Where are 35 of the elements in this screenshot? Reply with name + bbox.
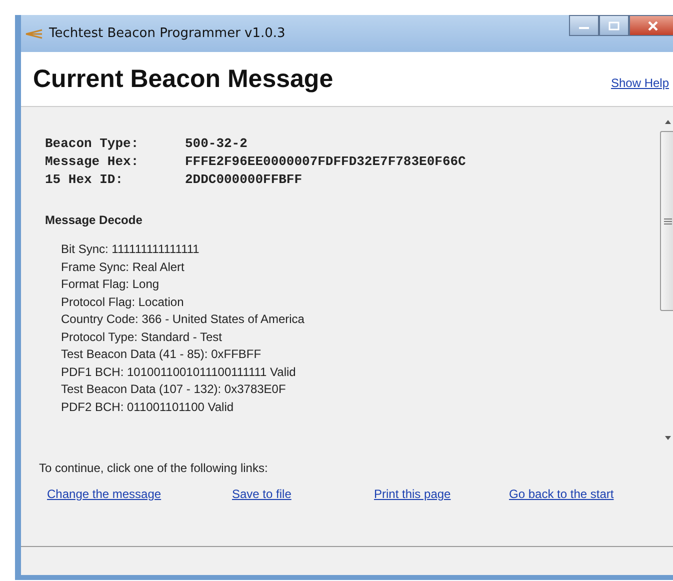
- field-value: FFFE2F96EE0000007FDFFD32E7F783E0F66C: [185, 153, 466, 171]
- action-link[interactable]: Print this page: [374, 487, 509, 501]
- window-title: Techtest Beacon Programmer v1.0.3: [49, 26, 286, 41]
- scroll-thumb[interactable]: [660, 131, 673, 311]
- field-label: Message Hex:: [45, 153, 140, 171]
- instruction-text: To continue, click one of the following links:: [38, 460, 269, 475]
- decode-line: Format Flag: Long: [61, 276, 160, 293]
- scroll-up-icon[interactable]: [664, 119, 672, 125]
- arrows-icon: [25, 28, 43, 40]
- action-link[interactable]: Save to file: [232, 487, 374, 501]
- field-label: Beacon Type:: [45, 135, 140, 153]
- field-value: 2DDC000000FFBFF: [185, 171, 302, 189]
- scroll-down-icon[interactable]: [664, 435, 672, 441]
- field-value: 500-32-2: [185, 135, 248, 153]
- decode-line: PDF2 BCH: 011001101100 Valid: [61, 398, 235, 416]
- decode-line: Protocol Flag: Location: [61, 294, 185, 310]
- maximize-button[interactable]: [599, 15, 629, 36]
- maximize-icon: [608, 20, 620, 30]
- grip-icon: [664, 218, 672, 224]
- field-label: 15 Hex ID:: [45, 171, 124, 189]
- section-heading: Message Decode: [45, 213, 144, 227]
- show-help-link[interactable]: Show Help: [610, 76, 669, 90]
- page-title: Current Beacon Message: [33, 64, 334, 94]
- action-link[interactable]: Change the message: [47, 487, 232, 501]
- decode-line: Test Beacon Data (41 - 85): 0xFFBFF: [61, 346, 262, 363]
- action-link[interactable]: Go back to the start: [509, 487, 614, 501]
- decode-line: Protocol Type: Standard - Test: [61, 328, 223, 346]
- decode-line: PDF1 BCH: 1010011001011100111111 Valid: [61, 364, 297, 380]
- close-icon: [647, 20, 659, 30]
- close-button[interactable]: [629, 15, 673, 36]
- decode-line: Frame Sync: Real Alert: [61, 258, 186, 276]
- decode-line: Bit Sync: 111111111111111: [61, 241, 200, 258]
- minimize-button[interactable]: [569, 15, 599, 36]
- decode-line: Test Beacon Data (107 - 132): 0x3783E0F: [61, 381, 287, 398]
- decode-line: Country Code: 366 - United States of America: [61, 311, 306, 328]
